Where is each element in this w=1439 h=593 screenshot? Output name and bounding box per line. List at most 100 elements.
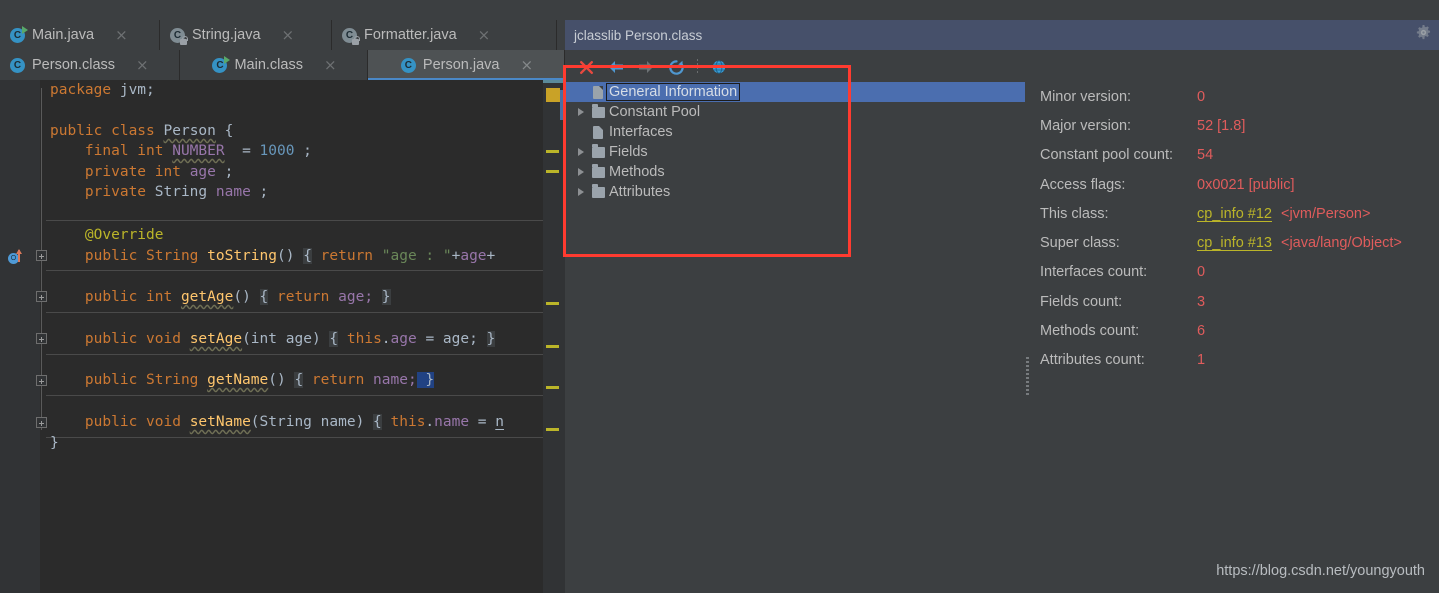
warning-marker[interactable]: [546, 345, 559, 348]
folder-icon: [589, 163, 607, 178]
editor-tab-row-1: Main.java × String.java × Formatter.java…: [0, 20, 565, 50]
tree-item-label: Constant Pool: [609, 104, 701, 120]
editor-tab-person-java[interactable]: Person.java ×: [368, 50, 565, 80]
code-token: final int: [50, 143, 173, 159]
editor-tab-string-java[interactable]: String.java ×: [160, 20, 332, 50]
application-window: Main.java × String.java × Formatter.java…: [0, 0, 1439, 593]
watermark-url: https://blog.csdn.net/youngyouth: [1216, 563, 1425, 579]
detail-label: Methods count:: [1040, 323, 1140, 340]
close-icon[interactable]: ×: [324, 57, 337, 73]
warning-marker[interactable]: [546, 386, 559, 389]
class-structure-tree[interactable]: General Information Constant Pool Interf…: [565, 82, 1025, 593]
tab-label: String.java: [192, 27, 261, 43]
code-token: n: [495, 414, 505, 430]
cp-info-link[interactable]: cp_info #13: [1197, 235, 1272, 251]
tree-item-constant-pool[interactable]: Constant Pool: [565, 102, 1025, 122]
detail-value: 1: [1197, 352, 1206, 369]
code-line: }: [50, 433, 59, 454]
code-line: private int age ;: [50, 162, 233, 183]
close-icon[interactable]: ×: [521, 57, 534, 73]
warning-marker[interactable]: [546, 150, 559, 153]
chevron-right-icon[interactable]: [573, 188, 589, 196]
tab-label: Main.class: [234, 57, 303, 73]
code-token: {: [294, 372, 304, 388]
jclasslib-title: jclasslib Person.class: [574, 27, 703, 43]
chevron-right-icon[interactable]: [573, 108, 589, 116]
code-line: final int NUMBER = 1000 ;: [50, 141, 312, 162]
tree-item-interfaces[interactable]: Interfaces: [565, 122, 1025, 142]
code-token: public String: [50, 248, 208, 264]
code-token: return: [311, 372, 374, 388]
detail-row-this-class: This class: cp_info #12 <jvm/Person>: [1031, 199, 1439, 228]
code-token: this: [390, 414, 426, 430]
close-icon[interactable]: [571, 54, 601, 80]
java-class-run-icon: [212, 55, 231, 73]
chevron-right-icon[interactable]: [573, 168, 589, 176]
close-icon[interactable]: ×: [136, 57, 149, 73]
override-marker-icon[interactable]: [8, 249, 26, 266]
code-token: ;: [215, 164, 234, 180]
reload-icon[interactable]: [661, 54, 691, 80]
code-token: {: [303, 248, 312, 264]
code-token: }: [425, 372, 435, 388]
tree-item-fields[interactable]: Fields: [565, 142, 1025, 162]
source-code[interactable]: package jvm; public class Person { final …: [44, 80, 543, 593]
code-token: }: [381, 289, 391, 305]
code-token: age: [390, 331, 417, 347]
editor-marker-strip[interactable]: [543, 80, 565, 593]
code-token: public class: [50, 123, 164, 139]
editor-tab-main-java[interactable]: Main.java ×: [0, 20, 160, 50]
code-token: String: [259, 414, 321, 430]
close-icon[interactable]: ×: [282, 27, 295, 43]
java-class-run-icon: [10, 25, 28, 43]
warning-marker[interactable]: [546, 302, 559, 305]
code-token: public void: [50, 414, 190, 430]
warning-marker[interactable]: [546, 88, 560, 102]
warning-marker[interactable]: [546, 170, 559, 173]
tree-item-general-information[interactable]: General Information: [565, 82, 1025, 102]
editor-tab-person-class[interactable]: Person.class ×: [0, 50, 180, 80]
code-editor[interactable]: package jvm; public class Person { final …: [0, 80, 565, 593]
java-class-lock-icon: [342, 27, 360, 45]
code-token: = age;: [416, 331, 487, 347]
detail-value: 54: [1197, 147, 1214, 164]
tree-item-methods[interactable]: Methods: [565, 162, 1025, 182]
code-token: =: [469, 414, 496, 430]
chevron-right-icon[interactable]: [573, 148, 589, 156]
code-token: (int: [242, 331, 286, 347]
code-token: age: [460, 248, 487, 264]
jclasslib-tool-window: jclasslib Person.class General Informati…: [565, 0, 1439, 593]
tab-label: Person.java: [422, 57, 500, 73]
detail-row-access-flags: Access flags: 0x0021 [public]: [1031, 170, 1439, 199]
code-line: @Override: [50, 225, 164, 246]
detail-row-attributes-count: Attributes count: 1: [1031, 346, 1439, 375]
detail-value: 0x0021 [public]: [1197, 176, 1295, 193]
code-token: }: [486, 331, 496, 347]
tree-item-label: Methods: [609, 164, 665, 180]
close-icon[interactable]: ×: [478, 27, 491, 43]
code-token: age;: [338, 289, 382, 305]
detail-label: Super class:: [1040, 235, 1120, 252]
editor-gutter[interactable]: [0, 80, 47, 593]
code-token: NUMBER: [172, 143, 225, 159]
editor-tab-main-class[interactable]: Main.class ×: [180, 50, 368, 80]
code-token: @Override: [50, 227, 164, 243]
browse-globe-icon[interactable]: [704, 54, 734, 80]
back-arrow-icon[interactable]: [601, 54, 631, 80]
warning-marker[interactable]: [546, 428, 559, 431]
tree-item-attributes[interactable]: Attributes: [565, 182, 1025, 202]
code-token: age: [285, 331, 312, 347]
cp-info-link[interactable]: cp_info #12: [1197, 206, 1272, 222]
panel-splitter[interactable]: [1023, 82, 1031, 593]
gear-icon[interactable]: [1416, 25, 1431, 45]
detail-row-fields-count: Fields count: 3: [1031, 287, 1439, 316]
code-line: public String getName() { return name; }: [50, 370, 435, 391]
detail-row-constant-pool-count: Constant pool count: 54: [1031, 141, 1439, 170]
close-icon[interactable]: ×: [115, 27, 128, 43]
code-line: private String name ;: [50, 182, 268, 203]
general-information-detail: Minor version: 0 Major version: 52 [1.8]…: [1031, 82, 1439, 593]
editor-tab-formatter-java[interactable]: Formatter.java ×: [332, 20, 557, 50]
splitter-grip[interactable]: [1026, 357, 1029, 397]
